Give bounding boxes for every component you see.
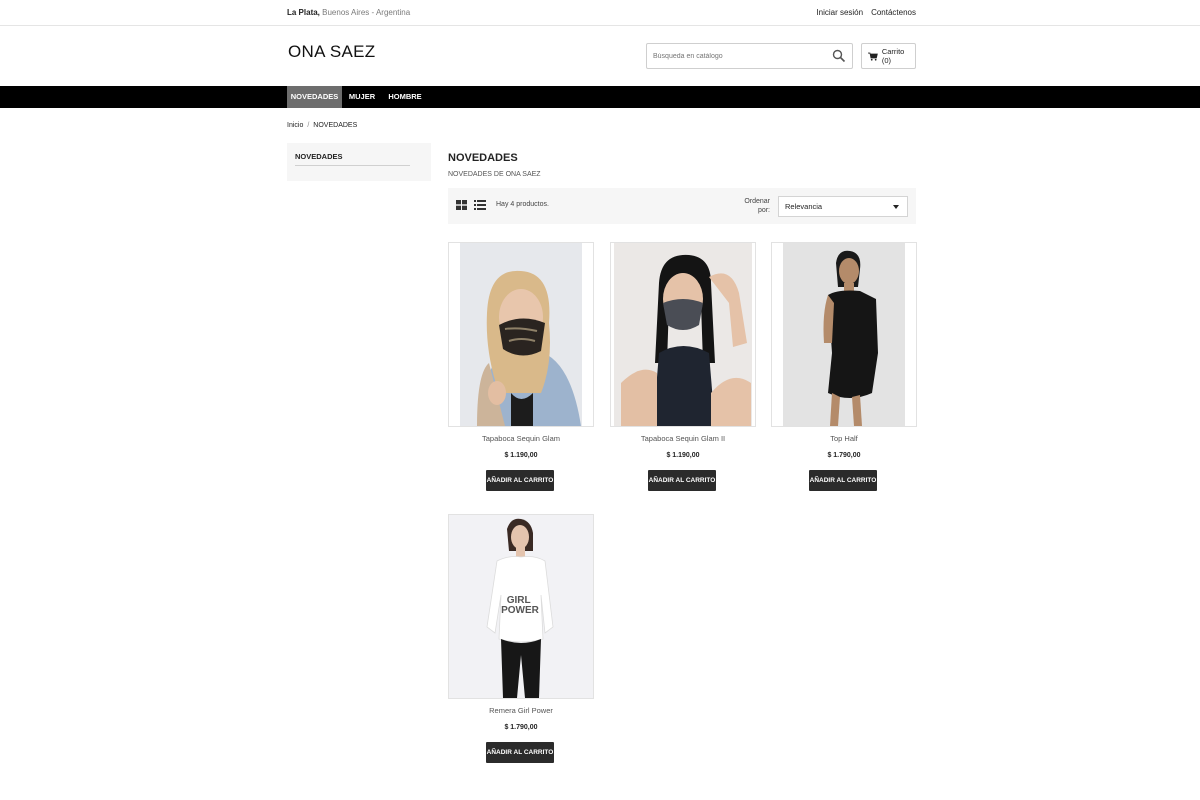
login-link[interactable]: Iniciar sesión [816,8,863,17]
page-title: NOVEDADES [448,152,518,164]
product-name[interactable]: Tapaboca Sequin Glam [448,434,594,443]
location-city: La Plata, [287,8,320,17]
sort-label: Ordenar por: [740,197,770,215]
products-toolbar: Hay 4 productos. Ordenar por: Relevancia [448,188,916,224]
search-input[interactable] [647,44,822,68]
product-price: $ 1.190,00 [666,452,700,459]
product-name[interactable]: Tapaboca Sequin Glam II [610,434,756,443]
category-description: NOVEDADES DE ONA SAEZ [448,171,541,178]
breadcrumb-separator: / [307,122,310,129]
location-region: Buenos Aires - Argentina [322,8,411,17]
product-image[interactable]: GIRL POWER [448,514,594,699]
category-sidebar: NOVEDADES [287,143,431,181]
nav-item-hombre[interactable]: HOMBRE [385,86,425,108]
sort-label-line1: Ordenar [744,198,770,205]
add-to-cart-button[interactable]: AÑADIR AL CARRITO [486,742,554,763]
cart-button[interactable]: Carrito (0) [861,43,916,69]
product-count: Hay 4 productos. [496,201,549,208]
main-nav: NOVEDADES MUJER HOMBRE [0,86,1200,108]
breadcrumb-home[interactable]: Inicio [287,122,303,129]
woman-white-girl-power-tee-photo: GIRL POWER [449,515,593,698]
top-links: Iniciar sesión Contáctenos [816,8,916,17]
grid-view-icon[interactable] [456,200,467,210]
nav-item-mujer[interactable]: MUJER [345,86,379,108]
product-price: $ 1.790,00 [504,724,538,731]
site-header: ONA SAEZ Carrito (0) [0,27,1200,85]
sort-select-value: Relevancia [785,202,823,211]
nav-item-novedades[interactable]: NOVEDADES [287,86,342,108]
cart-label: Carrito (0) [881,47,905,65]
add-to-cart-button[interactable]: AÑADIR AL CARRITO [486,470,554,491]
top-bar: La Plata, Buenos Aires - Argentina Inici… [0,0,1200,26]
product-image[interactable] [448,242,594,427]
product-price: $ 1.790,00 [827,452,861,459]
breadcrumb-current: NOVEDADES [313,122,358,129]
sort-select[interactable]: Relevancia [778,196,908,217]
search-box [646,43,853,69]
add-to-cart-button[interactable]: AÑADIR AL CARRITO [648,470,716,491]
breadcrumb: Inicio / NOVEDADES [287,122,357,129]
sidebar-divider [295,165,410,166]
product-name[interactable]: Top Half [771,434,917,443]
caret-down-icon [893,205,899,209]
sidebar-title[interactable]: NOVEDADES [295,152,343,161]
product-name[interactable]: Remera Girl Power [448,706,594,715]
product-image[interactable] [771,242,917,427]
product-price: $ 1.190,00 [504,452,538,459]
site-logo[interactable]: ONA SAEZ [288,42,375,62]
search-icon[interactable] [832,49,846,63]
list-view-icon[interactable] [474,200,486,210]
cart-icon [868,52,878,61]
sort-label-line2: por: [757,207,770,214]
add-to-cart-button[interactable]: AÑADIR AL CARRITO [809,470,877,491]
woman-black-one-shoulder-dress-photo [772,243,916,426]
woman-dark-hair-glitter-mask-photo [611,243,755,426]
woman-blonde-sequin-mask-photo [449,243,593,426]
store-location: La Plata, Buenos Aires - Argentina [287,8,410,17]
product-image[interactable] [610,242,756,427]
contact-link[interactable]: Contáctenos [871,8,916,17]
